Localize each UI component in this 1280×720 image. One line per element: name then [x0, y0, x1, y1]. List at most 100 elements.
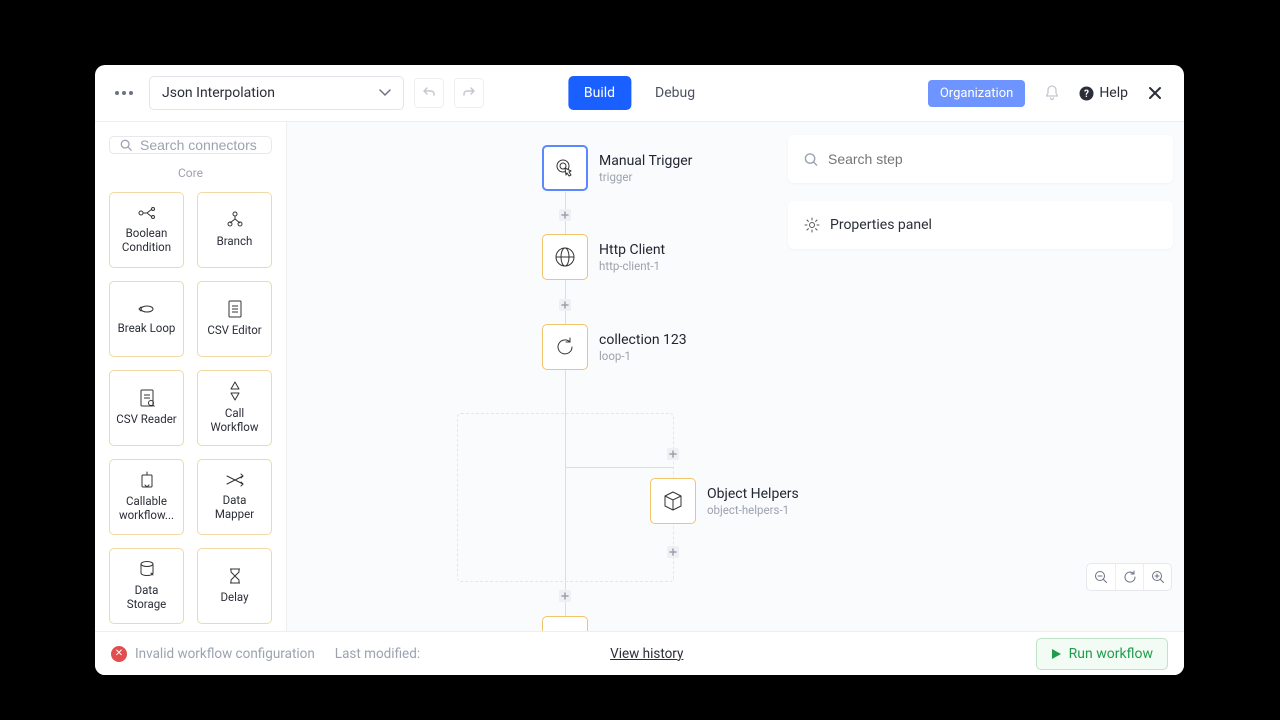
callable-workflow-icon	[139, 471, 155, 489]
connector-break-loop[interactable]: Break Loop	[109, 281, 184, 357]
app-window: Json Interpolation Build Debug Organizat…	[95, 65, 1184, 675]
delay-icon	[228, 567, 242, 585]
card-label: CSV Reader	[112, 413, 180, 427]
csv-editor-icon	[227, 300, 243, 318]
add-step-button[interactable]	[558, 589, 572, 603]
globe-icon	[553, 245, 577, 269]
data-mapper-icon	[225, 472, 245, 488]
add-step-button[interactable]	[666, 447, 680, 461]
csv-reader-icon	[139, 389, 155, 407]
node-title: collection 123	[599, 332, 687, 348]
zoom-controls	[1086, 563, 1172, 591]
connector-callable-workflow[interactable]: Callable workflow...	[109, 459, 184, 535]
properties-panel-label: Properties panel	[830, 217, 932, 233]
node-subtitle: http-client-1	[599, 259, 665, 273]
connector-data-storage[interactable]: Data Storage	[109, 548, 184, 624]
node-manual-trigger[interactable]: Manual Trigger trigger	[542, 145, 692, 191]
run-workflow-button[interactable]: Run workflow	[1036, 638, 1168, 670]
run-label: Run workflow	[1069, 646, 1153, 662]
card-label: Data Mapper	[198, 494, 271, 522]
content: Core Boolean Condition Branch Break Loop…	[95, 122, 1184, 631]
gear-icon	[804, 217, 820, 233]
error-status: ✕ Invalid workflow configuration	[111, 646, 315, 662]
node-collection-loop[interactable]: collection 123 loop-1	[542, 324, 687, 370]
data-storage-icon	[139, 560, 155, 578]
cube-icon	[661, 489, 685, 513]
node-title: Http Client	[599, 242, 665, 258]
node-icon-box	[542, 324, 588, 370]
node-text-helpers[interactable]: Text Helpers	[542, 616, 677, 631]
redo-button[interactable]	[454, 78, 484, 108]
search-icon	[804, 152, 818, 167]
node-object-helpers[interactable]: Object Helpers object-helpers-1	[650, 478, 799, 524]
workflow-selector[interactable]: Json Interpolation	[149, 76, 404, 110]
node-subtitle: object-helpers-1	[707, 503, 799, 517]
zoom-reset-button[interactable]	[1115, 564, 1143, 590]
search-connectors-input[interactable]	[140, 137, 261, 153]
branch-icon	[226, 211, 244, 229]
card-label: Call Workflow	[198, 407, 271, 435]
node-title: Manual Trigger	[599, 153, 692, 169]
node-icon-box	[650, 478, 696, 524]
condition-icon	[137, 205, 157, 221]
connector-branch[interactable]: Branch	[197, 192, 272, 268]
properties-column: Properties panel	[788, 135, 1173, 249]
connector-csv-editor[interactable]: CSV Editor	[197, 281, 272, 357]
toolbar: Json Interpolation Build Debug Organizat…	[95, 65, 1184, 122]
connector-call-workflow[interactable]: Call Workflow	[197, 370, 272, 446]
search-connectors[interactable]	[109, 136, 272, 154]
error-message: Invalid workflow configuration	[135, 646, 315, 662]
properties-panel[interactable]: Properties panel	[788, 201, 1173, 249]
more-menu-icon[interactable]	[109, 78, 139, 108]
play-icon	[1051, 648, 1062, 660]
toolbar-right: Organization ? Help	[928, 78, 1170, 108]
connector-csv-reader[interactable]: CSV Reader	[109, 370, 184, 446]
organization-badge[interactable]: Organization	[928, 80, 1025, 107]
node-subtitle: loop-1	[599, 349, 687, 363]
break-loop-icon	[137, 302, 157, 316]
zoom-in-button[interactable]	[1143, 564, 1171, 590]
card-label: Data Storage	[110, 584, 183, 612]
zoom-out-button[interactable]	[1087, 564, 1115, 590]
cursor-click-icon	[553, 156, 577, 180]
card-label: Callable workflow...	[110, 495, 183, 523]
card-label: Boolean Condition	[110, 227, 183, 255]
close-button[interactable]	[1140, 78, 1170, 108]
search-icon	[120, 138, 132, 152]
help-button[interactable]: ? Help	[1079, 85, 1128, 101]
node-icon-box	[542, 234, 588, 280]
node-subtitle: trigger	[599, 170, 692, 184]
loop-icon	[553, 335, 577, 359]
error-icon: ✕	[111, 646, 127, 662]
connector-grid: Boolean Condition Branch Break Loop CSV …	[109, 192, 272, 624]
bell-icon[interactable]	[1037, 78, 1067, 108]
node-icon-box	[542, 145, 588, 191]
node-title: Object Helpers	[707, 486, 799, 502]
help-label: Help	[1099, 85, 1128, 101]
view-history-link[interactable]: View history	[610, 646, 683, 662]
svg-text:?: ?	[1084, 89, 1089, 100]
connector-data-mapper[interactable]: Data Mapper	[197, 459, 272, 535]
connector-boolean-condition[interactable]: Boolean Condition	[109, 192, 184, 268]
tab-build[interactable]: Build	[568, 76, 631, 110]
canvas[interactable]: Manual Trigger trigger Http Client http-…	[287, 122, 1184, 631]
search-step[interactable]	[788, 135, 1173, 183]
add-step-button[interactable]	[558, 298, 572, 312]
section-core-label: Core	[109, 166, 272, 180]
last-modified: Last modified:	[335, 646, 420, 662]
connector-delay[interactable]: Delay	[197, 548, 272, 624]
search-step-input[interactable]	[828, 151, 1157, 167]
card-label: Break Loop	[114, 322, 180, 336]
footer: ✕ Invalid workflow configuration Last mo…	[95, 631, 1184, 675]
card-label: Delay	[216, 591, 252, 605]
chevron-down-icon	[379, 89, 391, 97]
add-step-button[interactable]	[558, 208, 572, 222]
undo-button[interactable]	[414, 78, 444, 108]
mode-tabs: Build Debug	[568, 76, 711, 110]
node-icon-box	[542, 616, 588, 631]
connector-sidebar: Core Boolean Condition Branch Break Loop…	[95, 122, 287, 631]
workflow-name: Json Interpolation	[162, 85, 275, 101]
add-step-button[interactable]	[666, 545, 680, 559]
node-http-client[interactable]: Http Client http-client-1	[542, 234, 665, 280]
tab-debug[interactable]: Debug	[639, 76, 711, 110]
